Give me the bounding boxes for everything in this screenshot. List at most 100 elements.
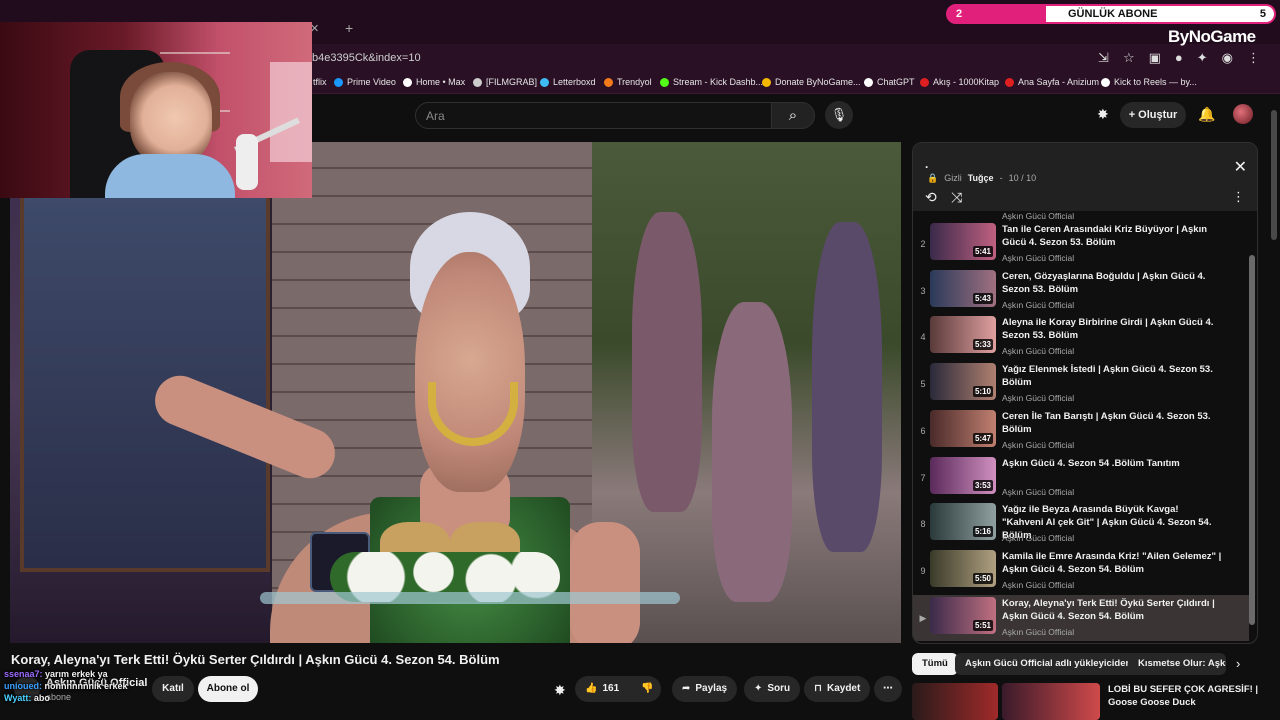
playlist-item-index: 9 [920,565,926,576]
loop-icon[interactable]: ⟲ [925,189,937,206]
bookmark-favicon-icon [920,77,929,87]
playlist-title[interactable]: . [925,157,928,171]
extensions-puzzle-icon[interactable]: ✦ [1197,50,1208,66]
playlist-item-title[interactable]: Aşkın Gücü 4. Sezon 54 .Bölüm Tanıtım [1002,457,1222,470]
rec-thumbnail[interactable] [912,683,998,720]
bookmark-item[interactable]: Akış - 1000Kitap [920,77,999,87]
playlist-item[interactable]: 6 5:47 Ceren İle Tan Barıştı | Aşkın Gücü … [913,408,1249,454]
like-count: 161 [602,683,620,694]
playlist-item[interactable]: ▶ 5:51 Koray, Aleyna'yı Terk Etti! Öykü Se… [913,594,1249,641]
playlist-item[interactable]: 9 5:50 Kamila ile Emre Arasında Kriz! "Ail… [913,548,1249,594]
new-tab-icon[interactable]: + [345,20,353,36]
chevron-right-icon[interactable]: › [1236,656,1240,671]
page-scrollbar[interactable] [1270,100,1278,720]
share-button[interactable]: ➦ Paylaş [672,676,738,702]
like-icon[interactable]: 👍 [585,676,597,702]
chip-all[interactable]: Tümü [912,653,958,675]
subscribe-button[interactable]: Abone ol [198,676,258,702]
mic-icon: 🎙 [830,107,848,122]
close-icon[interactable]: ✕ [1234,157,1247,177]
save-button[interactable]: ⊓ Kaydet [804,676,871,702]
more-actions-button[interactable]: ⋯ [874,676,902,702]
bookmark-label: Letterboxd [553,77,596,87]
account-avatar[interactable] [1233,104,1253,124]
bookmark-item[interactable]: Trendyol [604,77,652,87]
premium-gift-icon[interactable]: ✸ [1097,106,1109,123]
profile-icon[interactable]: ◉ [1222,50,1233,66]
bookmark-favicon-icon [660,77,669,87]
rec-title[interactable]: LOBİ BU SEFER ÇOK AGRESİF! | Goose Goose… [1108,683,1268,709]
bookmark-favicon-icon [334,77,343,87]
playlist-item-title[interactable]: Ceren, Gözyaşlarına Boğuldu | Aşkın Gücü… [1002,270,1222,296]
bookmark-item[interactable]: Donate ByNoGame... [762,77,861,87]
bookmark-favicon-icon [1101,77,1110,87]
playlist-item[interactable]: 7 3:53 Aşkın Gücü 4. Sezon 54 .Bölüm Tanıt… [913,455,1249,501]
playlist-item-title[interactable]: Ceren İle Tan Barıştı | Aşkın Gücü 4. Se… [1002,410,1222,436]
playlist-item[interactable]: 8 5:16 Yağız ile Beyza Arasında Büyük Kavg… [913,501,1249,547]
playlist-prev-channel: Aşkın Gücü Official [1002,211,1075,221]
install-icon[interactable]: ⇲ [1098,50,1109,66]
playlist-item-thumbnail[interactable]: 5:10 [930,363,996,401]
host-face [415,252,525,492]
playlist-item-thumbnail[interactable]: 5:41 [930,223,996,260]
playlist-item-title[interactable]: Tan ile Ceren Arasındaki Kriz Büyüyor | … [1002,223,1222,249]
premium-gift-icon[interactable]: ✸ [554,682,566,699]
playlist-item-thumbnail[interactable]: 5:43 [930,269,996,307]
playlist-item-title[interactable]: Koray, Aleyna'yı Terk Etti! Öykü Serter … [1002,597,1222,623]
video-scene-left [10,142,270,643]
rec-thumbnail[interactable] [1002,683,1100,720]
playlist-item[interactable]: 3 5:43 Ceren, Gözyaşlarına Boğuldu | Aşkın… [913,268,1249,314]
chat-message: ssenaa7: yarım erkek ya [4,668,204,680]
playlist-item-channel: Aşkın Gücü Official [1002,346,1075,357]
bookmark-item[interactable]: Home • Max [403,77,465,87]
bookmark-item[interactable]: Prime Video [334,77,396,87]
playlist-item-thumbnail[interactable]: 5:47 [930,409,996,447]
extension-icon[interactable]: ▣ [1149,50,1161,66]
bookmark-item[interactable]: ChatGPT [864,77,915,87]
like-dislike-group[interactable]: 👍 161 👎 [575,676,661,702]
playlist-item-title[interactable]: Kamila ile Emre Arasında Kriz! "Ailen Ge… [1002,550,1222,576]
bookmark-item[interactable]: Ana Sayfa - Anizium [1005,77,1099,87]
playlist-item-channel: Aşkın Gücü Official [1002,439,1075,450]
search-button[interactable]: ⌕ [771,102,815,129]
playlist-owner[interactable]: Tuğçe [968,173,994,184]
playlist-item-index: 7 [920,472,926,483]
playlist-item-thumbnail[interactable]: 5:50 [930,549,996,587]
bookmark-item[interactable]: [FILMGRAB] [473,77,537,87]
playlist-item-channel: Aşkın Gücü Official [1002,253,1075,263]
playlist-item[interactable]: 5 5:10 Yağız Elenmek İstedi | Aşkın Gücü 4… [913,361,1249,407]
dislike-icon[interactable]: 👎 [641,676,653,702]
chip-uploader[interactable]: Aşkın Gücü Official adlı yükleyiciden [955,653,1142,675]
streamer-face [130,72,212,164]
chip-related[interactable]: Kısmetse Olur: Aşkın [1128,653,1226,675]
daily-sub-goal-widget: 2 GÜNLÜK ABONE 5 [946,4,1276,24]
playlist-scrollbar[interactable] [1249,215,1255,635]
bookmark-star-icon[interactable]: ☆ [1123,50,1135,66]
bookmark-item[interactable]: Letterboxd [540,77,596,87]
more-dots-icon[interactable]: ⋮ [1232,189,1245,205]
chat-user: unioued: [4,681,42,691]
shuffle-icon[interactable]: ⤨ [951,189,962,206]
playlist-item-title[interactable]: Aleyna ile Koray Birbirine Girdi | Aşkın… [1002,316,1222,342]
playlist-item-thumbnail[interactable]: 5:51 [930,596,996,634]
playlist-item-title[interactable]: Yağız Elenmek İstedi | Aşkın Gücü 4. Sez… [1002,363,1222,389]
playlist-item-thumbnail[interactable]: 3:53 [930,456,996,494]
video-player[interactable] [10,142,901,643]
create-button[interactable]: + Oluştur [1120,102,1186,128]
playlist-item-thumbnail[interactable]: 5:33 [930,316,996,354]
chat-text: nonnnnnnnik erkek [44,681,128,691]
menu-dots-icon[interactable]: ⋮ [1247,50,1260,66]
adblock-icon[interactable]: ● [1175,50,1183,66]
chat-text: yarım erkek ya [45,669,108,679]
bookmark-favicon-icon [604,77,613,87]
bookmark-item[interactable]: Kick to Reels — by... [1101,77,1197,87]
bookmark-item[interactable]: Stream - Kick Dashb... [660,77,763,87]
voice-search-button[interactable]: 🎙 [825,101,853,129]
playlist-item[interactable]: 4 5:33 Aleyna ile Koray Birbirine Girdi | … [913,314,1249,360]
playlist-item-thumbnail[interactable]: 5:16 [930,503,996,541]
url-text[interactable]: b4e3395Ck&index=10 [312,52,421,64]
ask-button[interactable]: ✦ Soru [744,676,801,702]
playlist-item[interactable]: 2 5:41 Tan ile Ceren Arasındaki Kriz Büyüy… [913,221,1249,267]
notifications-bell-icon[interactable]: 🔔 [1198,106,1215,123]
search-input[interactable]: Ara [415,102,772,129]
